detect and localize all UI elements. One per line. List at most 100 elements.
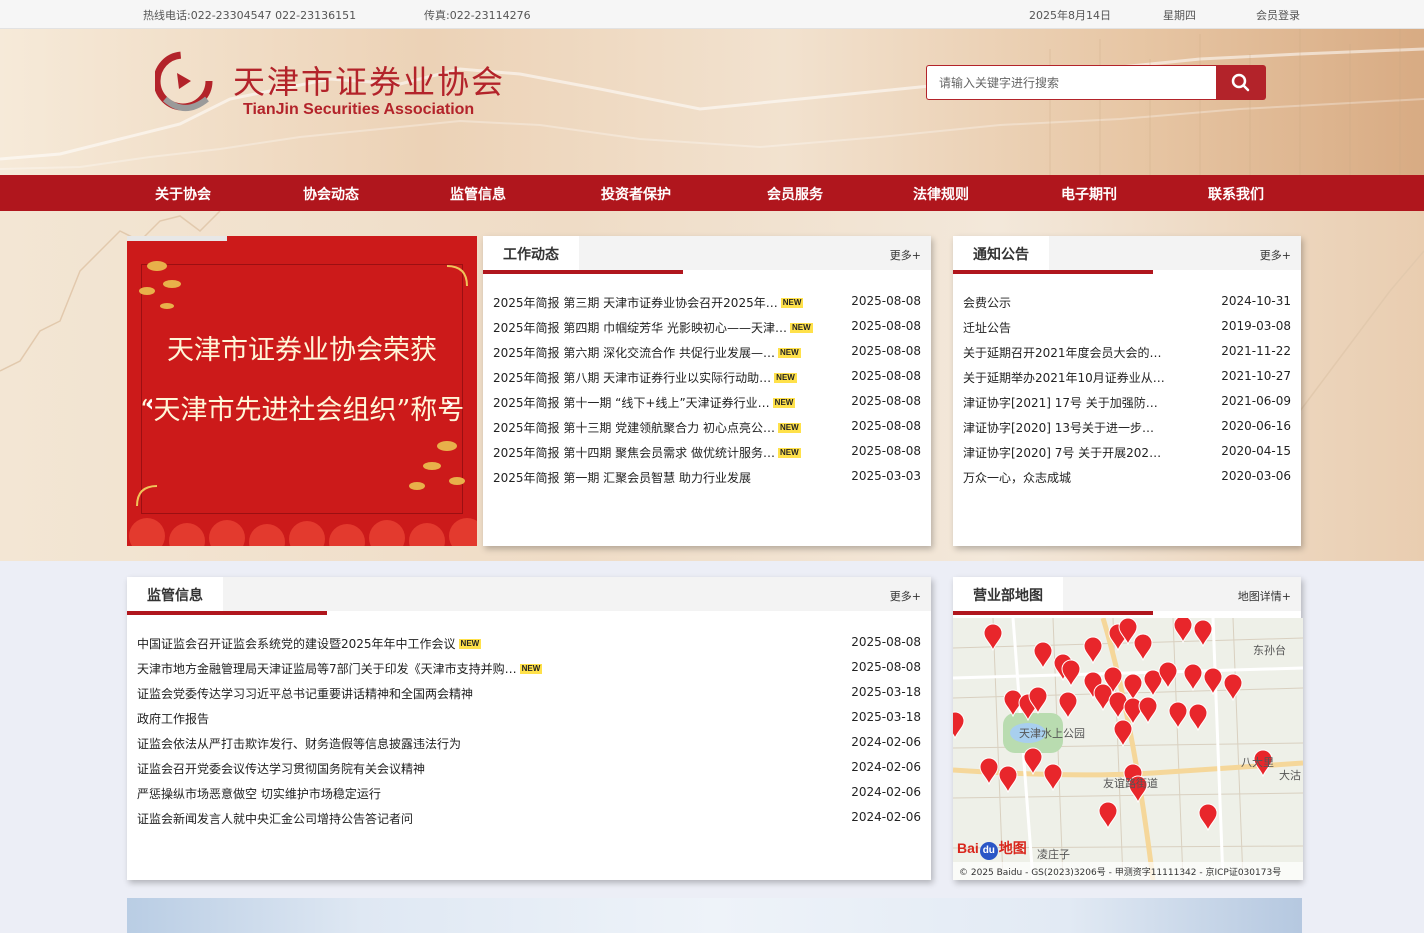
- slider-prev-button[interactable]: ‹: [145, 392, 154, 417]
- branch-location-pin-icon[interactable]: [998, 765, 1018, 794]
- branch-location-pin-icon[interactable]: [1173, 618, 1193, 644]
- branch-location-pin-icon[interactable]: [1113, 719, 1133, 748]
- list-item-title[interactable]: 证监会新闻发言人就中央汇金公司增持公告答记者问: [137, 810, 413, 827]
- branch-location-pin-icon[interactable]: [1058, 691, 1078, 720]
- list-item-title[interactable]: 2025年简报 第十三期 党建领航聚合力 初心点亮公… NEW: [493, 419, 801, 436]
- list-item[interactable]: 证监会召开党委会议传达学习贯彻国务院有关会议精神 2024-02-06: [137, 760, 921, 785]
- bottom-banner[interactable]: [127, 898, 1302, 933]
- branch-map-title: 营业部地图: [953, 577, 1063, 611]
- list-item[interactable]: 证监会党委传达学习习近平总书记重要讲话精神和全国两会精神 2025-03-18: [137, 685, 921, 710]
- branch-location-pin-icon[interactable]: [1093, 683, 1113, 712]
- list-item-title[interactable]: 津证协字[2021] 17号 关于加强防…: [963, 394, 1158, 411]
- branch-location-pin-icon[interactable]: [1193, 619, 1213, 648]
- list-item-title[interactable]: 关于延期举办2021年10月证券业从…: [963, 369, 1165, 386]
- branch-location-pin-icon[interactable]: [979, 757, 999, 786]
- list-item[interactable]: 中国证监会召开证监会系统党的建设暨2025年年中工作会议 NEW 2025-08-0…: [137, 635, 921, 660]
- list-item[interactable]: 津证协字[2020] 7号 关于开展202… 2020-04-15: [963, 444, 1291, 469]
- list-item[interactable]: 2025年简报 第一期 汇聚会员智慧 助力行业发展 2025-03-03: [493, 469, 921, 494]
- nav-e-journal[interactable]: 电子期刊: [1061, 184, 1117, 204]
- list-item[interactable]: 证监会新闻发言人就中央汇金公司增持公告答记者问 2024-02-06: [137, 810, 921, 835]
- branch-location-pin-icon[interactable]: [1223, 673, 1243, 702]
- list-item[interactable]: 严惩操纵市场恶意做空 切实维护市场稳定运行 2024-02-06: [137, 785, 921, 810]
- branch-location-pin-icon[interactable]: [1061, 659, 1081, 688]
- branch-location-pin-icon[interactable]: [1158, 661, 1178, 690]
- branch-location-pin-icon[interactable]: [1168, 701, 1188, 730]
- list-item-text: 关于延期举办2021年10月证券业从…: [963, 371, 1165, 385]
- list-item-title[interactable]: 会费公示: [963, 294, 1011, 311]
- list-item-title[interactable]: 政府工作报告: [137, 710, 209, 727]
- nav-contact[interactable]: 联系我们: [1208, 184, 1264, 204]
- list-item-title[interactable]: 关于延期召开2021年度会员大会的…: [963, 344, 1162, 361]
- map-label: 天津水上公园: [1019, 727, 1085, 740]
- list-item-title[interactable]: 2025年简报 第一期 汇聚会员智慧 助力行业发展: [493, 469, 751, 486]
- list-item[interactable]: 证监会依法从严打击欺诈发行、财务造假等信息披露违法行为 2024-02-06: [137, 735, 921, 760]
- list-item[interactable]: 万众一心，众志成城 2020-03-06: [963, 469, 1291, 494]
- branch-location-pin-icon[interactable]: [953, 711, 965, 740]
- list-item-title[interactable]: 2025年简报 第四期 巾帼绽芳华 光影映初心——天津… NEW: [493, 319, 813, 336]
- list-item-title[interactable]: 2025年简报 第三期 天津市证券业协会召开2025年… NEW: [493, 294, 804, 311]
- list-item[interactable]: 政府工作报告 2025-03-18: [137, 710, 921, 735]
- list-item-title[interactable]: 天津市地方金融管理局天津证监局等7部门关于印发《天津市支持并购… NEW: [137, 660, 543, 677]
- notice-more-link[interactable]: 更多+: [1260, 247, 1291, 263]
- list-item-title[interactable]: 中国证监会召开证监会系统党的建设暨2025年年中工作会议 NEW: [137, 635, 482, 652]
- nav-investor-protection[interactable]: 投资者保护: [601, 184, 671, 204]
- nav-law-rules[interactable]: 法律规则: [913, 184, 969, 204]
- branch-location-pin-icon[interactable]: [1098, 801, 1118, 830]
- nav-about[interactable]: 关于协会: [155, 184, 211, 204]
- list-item-title[interactable]: 2025年简报 第十一期 “线下+线上”天津证券行业… NEW: [493, 394, 796, 411]
- map-detail-link[interactable]: 地图详情+: [1238, 588, 1291, 604]
- list-item[interactable]: 2025年简报 第三期 天津市证券业协会召开2025年… NEW 2025-08-0…: [493, 294, 921, 319]
- list-item-date: 2025-08-08: [851, 369, 921, 383]
- list-item[interactable]: 关于延期举办2021年10月证券业从… 2021-10-27: [963, 369, 1291, 394]
- branch-location-pin-icon[interactable]: [1083, 636, 1103, 665]
- list-item-title[interactable]: 迁址公告: [963, 319, 1011, 336]
- list-item[interactable]: 2025年简报 第六期 深化交流合作 共促行业发展—… NEW 2025-08-08: [493, 344, 921, 369]
- title-underline: [483, 270, 683, 274]
- branch-location-pin-icon[interactable]: [983, 623, 1003, 652]
- work-news-more-link[interactable]: 更多+: [890, 247, 921, 263]
- list-item-date: 2025-08-08: [851, 444, 921, 458]
- list-item[interactable]: 2025年简报 第十一期 “线下+线上”天津证券行业… NEW 2025-08-08: [493, 394, 921, 419]
- list-item-title[interactable]: 2025年简报 第八期 天津市证券行业以实际行动助… NEW: [493, 369, 797, 386]
- list-item[interactable]: 天津市地方金融管理局天津证监局等7部门关于印发《天津市支持并购… NEW 2025-…: [137, 660, 921, 685]
- list-item-title[interactable]: 证监会依法从严打击欺诈发行、财务造假等信息披露违法行为: [137, 735, 461, 752]
- list-item[interactable]: 津证协字[2020] 13号关于进一步… 2020-06-16: [963, 419, 1291, 444]
- search-input[interactable]: [926, 65, 1217, 100]
- list-item[interactable]: 迁址公告 2019-03-08: [963, 319, 1291, 344]
- branch-location-pin-icon[interactable]: [1198, 803, 1218, 832]
- list-item-title[interactable]: 严惩操纵市场恶意做空 切实维护市场稳定运行: [137, 785, 381, 802]
- list-item-title[interactable]: 证监会党委传达学习习近平总书记重要讲话精神和全国两会精神: [137, 685, 473, 702]
- branch-map[interactable]: 东孙台 天津水上公园 友谊路街道 八大里 大沽 凌庄子 Bai du 地图 © 20…: [953, 618, 1303, 880]
- list-item[interactable]: 2025年简报 第十四期 聚焦会员需求 做优统计服务… NEW 2025-08-08: [493, 444, 921, 469]
- branch-location-pin-icon[interactable]: [1123, 673, 1143, 702]
- list-item-title[interactable]: 证监会召开党委会议传达学习贯彻国务院有关会议精神: [137, 760, 425, 777]
- list-item[interactable]: 津证协字[2021] 17号 关于加强防… 2021-06-09: [963, 394, 1291, 419]
- news-slider[interactable]: 天津市证券业协会荣获 “天津市先进社会组织”称号 ‹ ›: [127, 236, 477, 546]
- list-item-title[interactable]: 津证协字[2020] 13号关于进一步…: [963, 419, 1154, 436]
- nav-member-service[interactable]: 会员服务: [767, 184, 823, 204]
- list-item[interactable]: 2025年简报 第四期 巾帼绽芳华 光影映初心——天津… NEW 2025-08-0…: [493, 319, 921, 344]
- list-item[interactable]: 会费公示 2024-10-31: [963, 294, 1291, 319]
- nav-regulation[interactable]: 监管信息: [450, 184, 506, 204]
- nav-news[interactable]: 协会动态: [303, 184, 359, 204]
- slider-next-button[interactable]: ›: [445, 392, 454, 417]
- site-logo[interactable]: 天津市证券业协会 TianJin Securities Association: [155, 51, 535, 123]
- list-item[interactable]: 关于延期召开2021年度会员大会的… 2021-11-22: [963, 344, 1291, 369]
- list-item-date: 2025-08-08: [851, 419, 921, 433]
- list-item-title[interactable]: 万众一心，众志成城: [963, 469, 1071, 486]
- list-item-title[interactable]: 2025年简报 第十四期 聚焦会员需求 做优统计服务… NEW: [493, 444, 801, 461]
- branch-location-pin-icon[interactable]: [1183, 663, 1203, 692]
- list-item-title[interactable]: 津证协字[2020] 7号 关于开展202…: [963, 444, 1161, 461]
- list-item-title[interactable]: 2025年简报 第六期 深化交流合作 共促行业发展—… NEW: [493, 344, 801, 361]
- search-button[interactable]: [1216, 65, 1266, 100]
- map-label: 东孙台: [1253, 644, 1286, 657]
- branch-location-pin-icon[interactable]: [1133, 633, 1153, 662]
- branch-location-pin-icon[interactable]: [1138, 696, 1158, 725]
- list-item[interactable]: 2025年简报 第八期 天津市证券行业以实际行动助… NEW 2025-08-08: [493, 369, 921, 394]
- branch-location-pin-icon[interactable]: [1023, 747, 1043, 776]
- branch-location-pin-icon[interactable]: [1188, 703, 1208, 732]
- regulation-more-link[interactable]: 更多+: [890, 588, 921, 604]
- branch-location-pin-icon[interactable]: [1033, 641, 1053, 670]
- member-login-link[interactable]: 会员登录: [1256, 7, 1300, 23]
- list-item[interactable]: 2025年简报 第十三期 党建领航聚合力 初心点亮公… NEW 2025-08-08: [493, 419, 921, 444]
